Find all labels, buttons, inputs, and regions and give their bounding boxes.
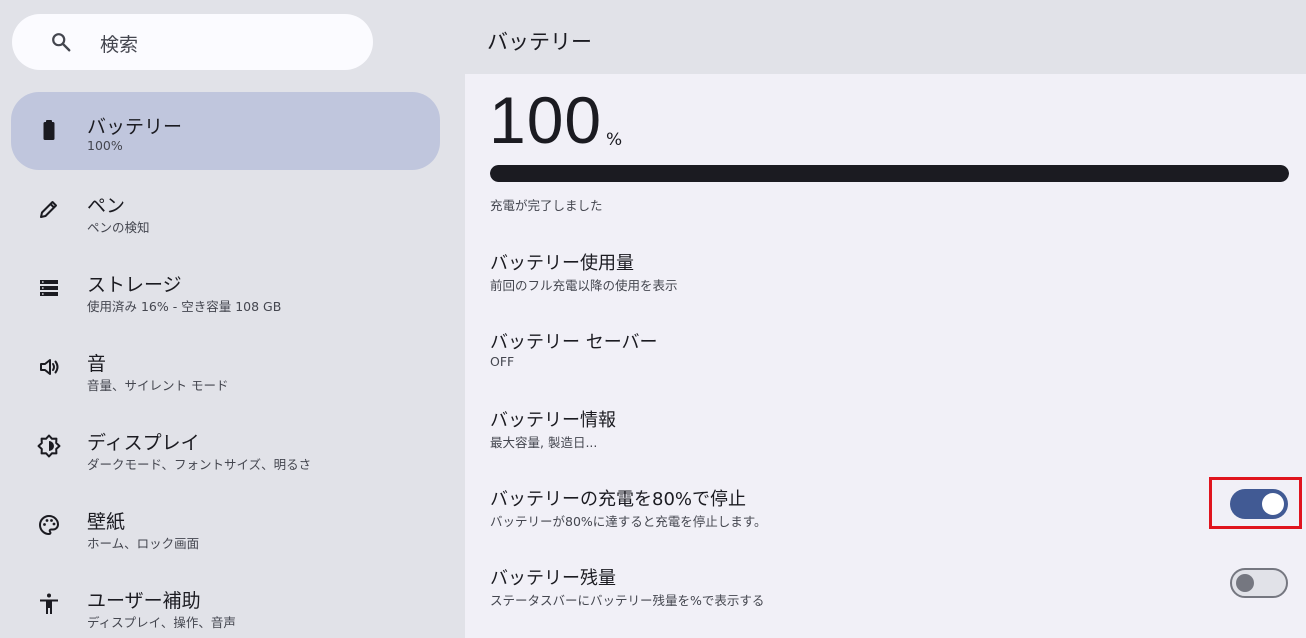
settings-sidebar: 検索 バッテリー 100% ペン ペンの検知 ストレージ 使用済み 16% - …	[0, 0, 465, 638]
search-label: 検索	[100, 34, 139, 56]
palette-icon	[37, 513, 61, 537]
search-icon	[50, 31, 72, 53]
battery-level-bar	[490, 165, 1289, 182]
pref-summary: ステータスバーにバッテリー残量を%で表示する	[490, 593, 765, 608]
pref-battery-usage[interactable]: バッテリー使用量 前回のフル充電以降の使用を表示	[465, 249, 1306, 319]
sidebar-item-subtitle: ディスプレイ、操作、音声	[87, 615, 236, 630]
search-bar[interactable]: 検索	[12, 14, 373, 70]
pref-title: バッテリー残量	[490, 568, 616, 589]
pref-title: バッテリー使用量	[490, 253, 634, 274]
sidebar-item-subtitle: 音量、サイレント モード	[87, 378, 229, 393]
sidebar-item-subtitle: ダークモード、フォントサイズ、明るさ	[87, 457, 312, 472]
pref-summary: バッテリーが80%に達すると充電を停止します。	[490, 514, 767, 529]
sidebar-item-accessibility[interactable]: ユーザー補助 ディスプレイ、操作、音声	[11, 566, 440, 638]
sidebar-item-title: バッテリー	[87, 116, 183, 138]
sidebar-item-subtitle: 100%	[87, 138, 123, 153]
pref-title: バッテリー情報	[490, 410, 616, 431]
sidebar-item-title: ストレージ	[87, 274, 182, 296]
pref-battery-info[interactable]: バッテリー情報 最大容量, 製造日...	[465, 406, 1306, 476]
pref-charge-limit-80[interactable]: バッテリーの充電を80%で停止 バッテリーが80%に達すると充電を停止します。	[465, 485, 1306, 555]
pref-summary: 前回のフル充電以降の使用を表示	[490, 278, 678, 293]
battery-level-value: 100	[489, 83, 603, 157]
pref-title: バッテリー セーバー	[490, 332, 658, 353]
pref-title: バッテリーの充電を80%で停止	[490, 489, 747, 510]
toggle-thumb	[1236, 574, 1254, 592]
sidebar-item-title: 音	[87, 353, 107, 375]
sidebar-item-pen[interactable]: ペン ペンの検知	[11, 171, 440, 249]
pen-icon	[37, 197, 61, 221]
storage-icon	[37, 276, 61, 300]
sidebar-item-title: ペン	[87, 195, 126, 217]
battery-percentage-toggle[interactable]	[1230, 568, 1288, 598]
charging-status: 充電が完了しました	[490, 198, 603, 213]
pref-battery-saver[interactable]: バッテリー セーバー OFF	[465, 328, 1306, 398]
sidebar-item-subtitle: ペンの検知	[87, 220, 150, 235]
pref-battery-percentage[interactable]: バッテリー残量 ステータスバーにバッテリー残量を%で表示する	[465, 564, 1306, 634]
page-header: バッテリー	[465, 0, 1306, 74]
accessibility-icon	[37, 592, 61, 616]
sidebar-item-subtitle: 使用済み 16% - 空き容量 108 GB	[87, 299, 282, 314]
brightness-icon	[37, 434, 61, 458]
sidebar-item-display[interactable]: ディスプレイ ダークモード、フォントサイズ、明るさ	[11, 408, 440, 486]
volume-icon	[37, 355, 61, 379]
battery-level-fill	[490, 165, 1289, 182]
battery-icon	[37, 118, 61, 142]
sidebar-item-title: ユーザー補助	[87, 590, 201, 612]
pref-summary: OFF	[490, 354, 515, 369]
sidebar-item-sound[interactable]: 音 音量、サイレント モード	[11, 329, 440, 407]
sidebar-item-title: 壁紙	[87, 511, 126, 533]
highlight-frame	[1209, 477, 1302, 529]
sidebar-item-title: ディスプレイ	[87, 432, 200, 454]
page-title: バッテリー	[487, 30, 592, 54]
sidebar-item-battery[interactable]: バッテリー 100%	[11, 92, 440, 170]
sidebar-item-wallpaper[interactable]: 壁紙 ホーム、ロック画面	[11, 487, 440, 565]
sidebar-item-subtitle: ホーム、ロック画面	[87, 536, 200, 551]
pref-summary: 最大容量, 製造日...	[490, 435, 598, 450]
battery-level-unit: %	[606, 130, 623, 150]
battery-detail-pane: バッテリー 100 % 充電が完了しました バッテリー使用量 前回のフル充電以降…	[465, 0, 1306, 638]
sidebar-item-storage[interactable]: ストレージ 使用済み 16% - 空き容量 108 GB	[11, 250, 440, 328]
